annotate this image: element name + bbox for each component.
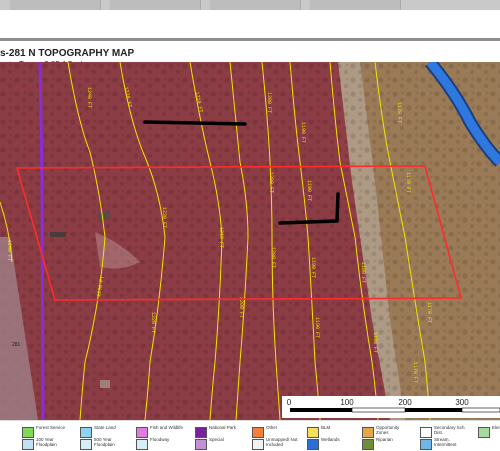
browser-tab-bar — [0, 0, 500, 10]
legend-label: Forest Service — [36, 425, 66, 430]
legend-label: Other — [266, 425, 278, 430]
annotation-mark — [143, 120, 247, 126]
legend-label: Stream, Intermittent — [434, 437, 457, 447]
contour-label: 1240 FT — [6, 240, 12, 261]
legend-swatch — [478, 427, 490, 438]
contour-label: 1200 FT — [268, 172, 274, 193]
scale-tick-label: 100 — [340, 398, 354, 407]
scale-tick-label: 0 — [287, 398, 292, 407]
legend-label: 500 Year Floodplain — [94, 437, 115, 447]
contour-label: 1190 FT — [314, 317, 320, 338]
legend-label: Unmapped/ Not Included — [266, 437, 298, 447]
legend-label: Opportunity Zones — [376, 425, 400, 435]
structure — [50, 232, 66, 237]
scale-tick-label: 200 — [398, 398, 412, 407]
contour-label: 1190 FT — [300, 122, 306, 143]
map-title: s-281 N TOPOGRAPHY MAP — [0, 48, 135, 59]
scale-bar: 0 100 200 300 — [282, 396, 500, 418]
legend-swatch — [22, 427, 34, 438]
legend-label: BLM — [321, 425, 331, 430]
contour-label: 1190 FT — [310, 257, 316, 278]
legend-swatch — [307, 427, 319, 438]
legend-swatch — [252, 427, 264, 438]
legend-swatch — [195, 439, 207, 450]
legend-swatch — [136, 427, 148, 438]
contour-label: 1170 FT — [426, 302, 432, 323]
structure — [100, 380, 110, 388]
contour-label: 1200 FT — [270, 247, 276, 268]
scale-segment — [351, 407, 406, 413]
legend-label: Special — [209, 437, 224, 442]
contour-label: 1170 FT — [396, 102, 402, 123]
legend-swatch — [420, 427, 432, 438]
contour-label: 1210 FT — [218, 227, 224, 248]
legend-label: Wetlands — [321, 437, 340, 442]
legend-label: Secondary Sch. Dist. — [434, 425, 466, 435]
legend-swatch — [307, 439, 319, 450]
legend-swatch — [136, 439, 148, 450]
legend-swatch — [195, 427, 207, 438]
legend-swatch — [80, 427, 92, 438]
contour-label: 1170 FT — [405, 172, 411, 193]
browser-tab[interactable] — [10, 0, 101, 10]
header-divider — [0, 38, 500, 41]
legend-label: Riparian — [376, 437, 393, 442]
legend-swatch — [22, 439, 34, 450]
road-label: 281 — [12, 342, 21, 348]
contour-label: 1220 FT — [161, 207, 167, 228]
browser-tab[interactable] — [310, 0, 401, 10]
legend-label: Elem Sch. Dist. — [492, 425, 500, 430]
legend-label: National Park — [209, 425, 237, 430]
browser-tab[interactable] — [210, 0, 301, 10]
legend-label: 100 Year Floodplain — [36, 437, 57, 447]
contour-label: 1200 FT — [266, 92, 272, 113]
contour-label: 1200 FT — [238, 297, 244, 318]
scale-segment — [290, 408, 352, 412]
contour-label: 1240 FT — [86, 87, 92, 108]
contour-label: 1180 FT — [372, 332, 378, 353]
contour-label: 1180 FT — [360, 262, 366, 283]
legend-label: State Land — [94, 425, 116, 430]
legend-label: Fish and Wildlife — [150, 425, 184, 430]
contour-label: 1220 FT — [150, 312, 156, 333]
legend-swatch — [80, 439, 92, 450]
legend-swatch — [252, 439, 264, 450]
topography-map[interactable]: 281 1240 FT 1240 FT 1230 FT 1230 FT 1220… — [0, 62, 500, 420]
scale-segment — [461, 407, 500, 413]
scale-tick-label: 300 — [455, 398, 469, 407]
legend-swatch — [420, 439, 432, 450]
browser-tab[interactable] — [110, 0, 201, 10]
map-header: s-281 N TOPOGRAPHY MAP unty, Texas, 2.85… — [0, 10, 500, 69]
contour-label: 1190 FT — [306, 180, 312, 201]
contour-label: 1170 FT — [412, 362, 418, 383]
scale-segment — [405, 408, 462, 412]
legend-swatch — [362, 439, 374, 450]
map-legend: Forest Service 100 Year Floodplain State L… — [0, 420, 500, 451]
legend-label: Floodway — [150, 437, 170, 442]
legend-swatch — [362, 427, 374, 438]
